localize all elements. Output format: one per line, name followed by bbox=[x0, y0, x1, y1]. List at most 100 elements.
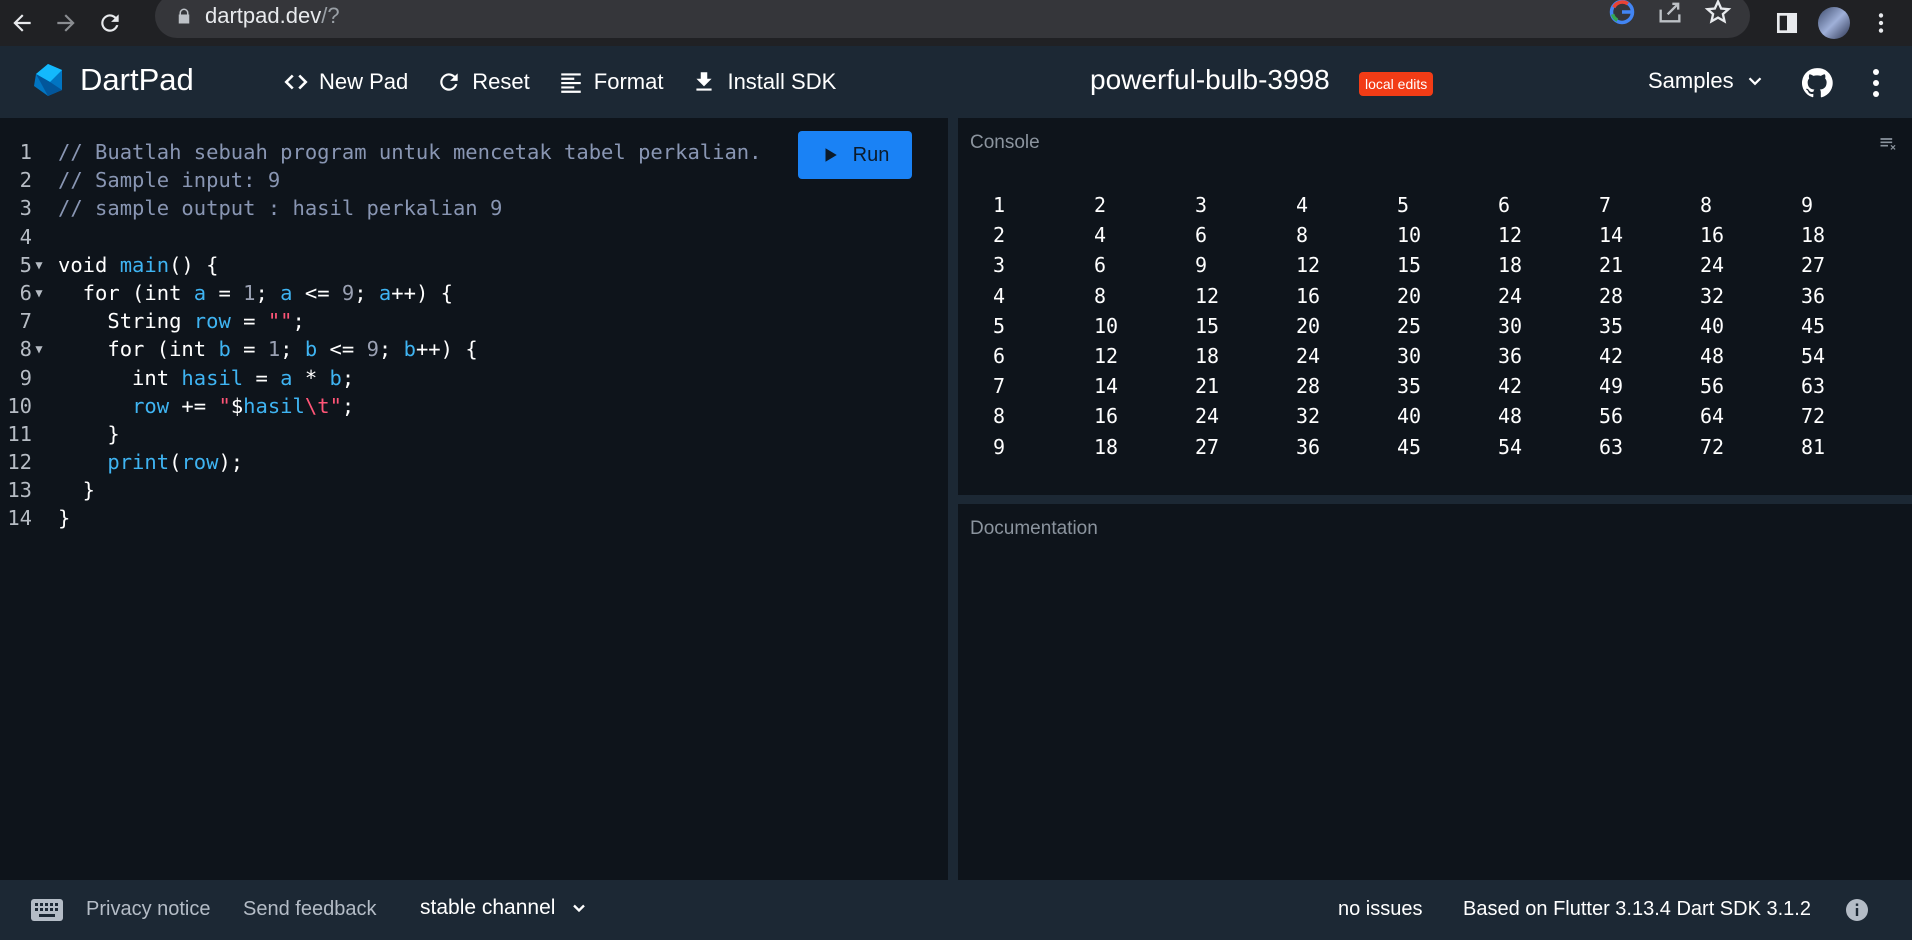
code-line: 9 int hasil = a * b; bbox=[0, 364, 762, 392]
code-text: print(row); bbox=[107, 450, 244, 475]
console-line: 8 16 24 32 40 48 56 64 72 bbox=[993, 401, 1902, 431]
clear-console-icon[interactable] bbox=[1878, 134, 1898, 154]
line-number: 3 bbox=[19, 196, 32, 221]
console-value: 15 bbox=[1195, 313, 1220, 338]
install-sdk-label: Install SDK bbox=[727, 69, 837, 94]
channel-dropdown[interactable]: stable channel bbox=[420, 896, 589, 920]
console-value: 20 bbox=[1296, 313, 1321, 338]
reload-icon bbox=[101, 14, 119, 32]
browser-menu-icon[interactable] bbox=[1868, 10, 1894, 36]
code-text: for (int b = 1; b <= 9; b++) { bbox=[58, 337, 478, 362]
console-value: 2 bbox=[993, 223, 1006, 248]
new-pad-button[interactable]: New Pad bbox=[283, 69, 408, 95]
code-text: } bbox=[58, 421, 120, 446]
keyboard-icon[interactable] bbox=[30, 898, 64, 922]
console-value: 4 bbox=[993, 283, 1006, 308]
console-value: 56 bbox=[1700, 374, 1725, 399]
console-value: 4 bbox=[1296, 193, 1309, 217]
refresh-icon bbox=[440, 73, 458, 91]
console-line: 3 6 9 12 15 18 21 24 27 bbox=[993, 250, 1902, 280]
console-value: 5 bbox=[993, 313, 1006, 338]
line-number: 8 bbox=[19, 337, 32, 362]
console-value: 12 bbox=[1094, 343, 1119, 368]
console-value: 24 bbox=[1700, 253, 1725, 278]
reset-button[interactable]: Reset bbox=[436, 69, 530, 95]
code-line: 5 ▼ void main() { bbox=[0, 251, 762, 279]
console-value: 48 bbox=[1498, 404, 1523, 429]
console-value: 4 bbox=[1094, 223, 1107, 248]
star-icon[interactable] bbox=[1704, 0, 1732, 26]
more-vert-icon[interactable] bbox=[1866, 66, 1886, 100]
pad-title[interactable]: powerful-bulb-3998 bbox=[1090, 64, 1330, 96]
info-icon[interactable] bbox=[1845, 898, 1869, 922]
address-bar[interactable]: dartpad.dev/? bbox=[155, 0, 1750, 38]
code-line: 2 // Sample input: 9 bbox=[0, 166, 762, 194]
arrow-right-icon bbox=[57, 14, 75, 32]
console-value: 49 bbox=[1599, 374, 1624, 399]
app-header: DartPad New Pad Reset Format Install SDK… bbox=[0, 46, 1912, 118]
reload-button[interactable] bbox=[88, 0, 132, 46]
console-value: 36 bbox=[1498, 343, 1523, 368]
dartpad-logo[interactable]: DartPad bbox=[28, 60, 194, 100]
fold-arrow-icon[interactable]: ▼ bbox=[32, 251, 46, 279]
samples-dropdown[interactable]: Samples bbox=[1648, 68, 1766, 94]
fold-arrow-icon[interactable]: ▼ bbox=[32, 279, 46, 307]
new-pad-label: New Pad bbox=[319, 69, 409, 94]
console-title: Console bbox=[970, 132, 1040, 153]
app-name: DartPad bbox=[80, 62, 194, 97]
code-text: int hasil = a * b; bbox=[58, 365, 355, 390]
code-line: 12 print(row); bbox=[0, 448, 762, 476]
profile-avatar[interactable] bbox=[1818, 7, 1850, 39]
download-icon bbox=[696, 72, 713, 91]
local-edits-badge: local edits bbox=[1359, 72, 1434, 96]
console-value: 48 bbox=[1700, 343, 1725, 368]
line-number: 1 bbox=[19, 140, 32, 164]
console-value: 45 bbox=[1397, 434, 1422, 459]
code-text: // Buatlah sebuah program untuk mencetak… bbox=[58, 140, 762, 164]
install-sdk-button[interactable]: Install SDK bbox=[691, 69, 836, 95]
console-value: 8 bbox=[1094, 283, 1107, 308]
console-value: 27 bbox=[1801, 253, 1826, 278]
line-number: 12 bbox=[7, 450, 32, 475]
forward-button[interactable] bbox=[44, 0, 88, 46]
code-line: 14} bbox=[0, 504, 762, 532]
privacy-notice-link[interactable]: Privacy notice bbox=[86, 898, 211, 921]
console-value: 3 bbox=[1195, 193, 1208, 217]
console-value: 14 bbox=[1094, 374, 1119, 399]
documentation-title: Documentation bbox=[970, 518, 1098, 539]
vertical-splitter[interactable] bbox=[948, 118, 958, 880]
back-button[interactable] bbox=[0, 0, 44, 46]
side-panel-icon[interactable] bbox=[1774, 10, 1800, 36]
issues-status[interactable]: no issues bbox=[1338, 898, 1423, 921]
horizontal-splitter[interactable] bbox=[958, 495, 1912, 504]
console-value: 5 bbox=[1397, 193, 1410, 217]
console-panel: Console 1 2 3 4 5 6 7 8 9 2 4 6 8 10 12 14 16 18 3 6 9 12 15 18… bbox=[958, 118, 1912, 495]
console-value: 40 bbox=[1700, 313, 1725, 338]
format-button[interactable]: Format bbox=[558, 69, 663, 95]
dart-logo-icon bbox=[34, 64, 62, 96]
share-icon[interactable] bbox=[1656, 0, 1684, 26]
line-number: 14 bbox=[7, 506, 32, 531]
google-icon[interactable] bbox=[1608, 0, 1636, 26]
code-area[interactable]: 1 // Buatlah sebuah program untuk menceta… bbox=[0, 138, 762, 533]
code-text: for (int a = 1; a <= 9; a++) { bbox=[58, 280, 453, 305]
console-value: 12 bbox=[1296, 253, 1321, 278]
code-editor[interactable]: 1 // Buatlah sebuah program untuk menceta… bbox=[0, 118, 948, 880]
play-icon bbox=[825, 148, 837, 162]
fold-arrow-icon[interactable]: ▼ bbox=[32, 335, 46, 363]
line-number: 6 bbox=[19, 280, 32, 305]
url-path: /? bbox=[321, 3, 340, 28]
run-button[interactable]: Run bbox=[798, 131, 912, 179]
code-line: 7 String row = ""; bbox=[0, 307, 762, 335]
console-value: 63 bbox=[1801, 374, 1826, 399]
line-number: 13 bbox=[7, 478, 32, 503]
code-text: // sample output : hasil perkalian 9 bbox=[58, 196, 503, 221]
send-feedback-link[interactable]: Send feedback bbox=[243, 898, 376, 921]
console-line: 5 10 15 20 25 30 35 40 45 bbox=[993, 311, 1902, 341]
github-icon[interactable] bbox=[1800, 66, 1834, 100]
line-number: 11 bbox=[7, 421, 32, 446]
console-value: 35 bbox=[1397, 374, 1422, 399]
console-value: 21 bbox=[1195, 374, 1220, 399]
status-footer: Privacy notice Send feedback stable chan… bbox=[0, 880, 1912, 940]
url-text: dartpad.dev/? bbox=[205, 3, 340, 29]
